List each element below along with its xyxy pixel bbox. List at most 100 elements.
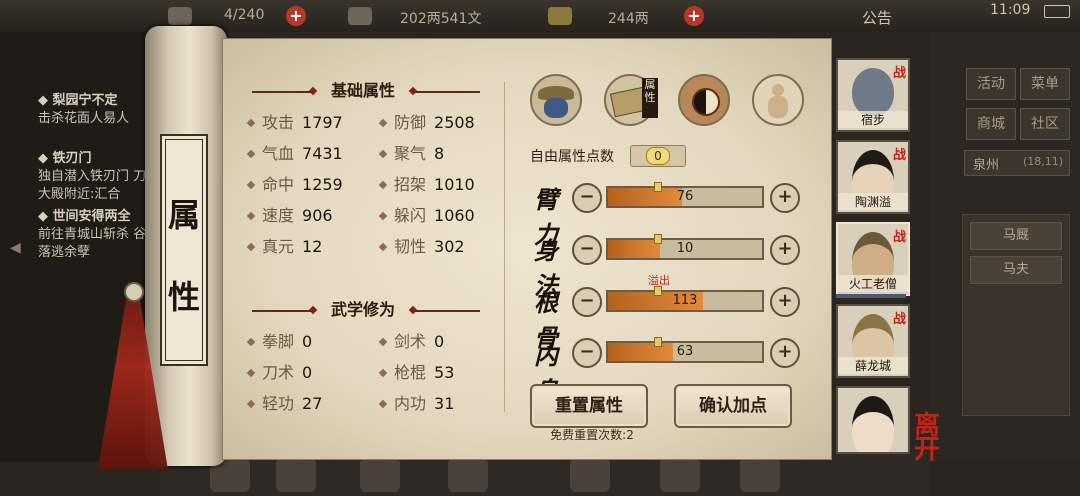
character-portrait[interactable]: 战 薛龙城 bbox=[836, 304, 910, 378]
agility-plus-button[interactable]: + bbox=[770, 235, 800, 265]
money-value: 202两541文 bbox=[400, 11, 482, 27]
agility-bar: 10 bbox=[606, 234, 764, 260]
stat-lightness: 轻功 27 bbox=[246, 393, 322, 415]
inner-breath-plus-button[interactable]: + bbox=[770, 338, 800, 368]
stat-inner-force: 内功 31 bbox=[378, 393, 454, 415]
quest-desc: 独自潜入铁刃门 刀大殿附近:汇合 bbox=[38, 169, 147, 202]
character-name: 薛龙城 bbox=[838, 357, 908, 374]
leave-label: 离开 bbox=[914, 411, 941, 465]
character-name: 陶渊溢 bbox=[838, 193, 908, 210]
scroll-title-char: 属 bbox=[167, 196, 200, 234]
battle-badge: 战 bbox=[892, 66, 906, 81]
stat-fist: 拳脚 0 bbox=[246, 331, 312, 353]
stat-sword: 剑术 0 bbox=[378, 331, 444, 353]
constitution-plus-button[interactable]: + bbox=[770, 287, 800, 317]
quest-item[interactable]: ◆ 铁刃门 独自潜入铁刃门 刀大殿附近:汇合 bbox=[38, 150, 158, 204]
divider bbox=[252, 91, 314, 93]
free-points-value: 0 bbox=[646, 147, 670, 165]
character-portrait-selected[interactable]: 战 火工老僧 bbox=[836, 222, 910, 296]
battle-badge: 战 bbox=[892, 148, 906, 163]
nav-slot-icon[interactable] bbox=[360, 458, 400, 492]
martial-arts-title: 武学修为 bbox=[330, 300, 395, 319]
shop-button[interactable]: 商城 bbox=[966, 108, 1016, 140]
quest-title: ◆ 梨园宁不定 bbox=[38, 93, 118, 108]
leave-button[interactable]: 离开 bbox=[914, 411, 960, 465]
basic-attributes-title: 基础属性 bbox=[330, 81, 395, 100]
npc-item[interactable]: 马夫 bbox=[970, 256, 1062, 284]
nav-slot-icon[interactable] bbox=[276, 458, 316, 492]
confirm-points-button[interactable]: 确认加点 bbox=[674, 384, 792, 428]
inner-breath-minus-button[interactable]: − bbox=[572, 338, 602, 368]
location-bar: 泉州 (18,11) bbox=[964, 150, 1070, 176]
gold-ingot-icon bbox=[548, 7, 572, 25]
stat-qi-gather: 聚气 8 bbox=[378, 143, 444, 165]
character-exp-bar bbox=[836, 294, 906, 298]
bag-icon[interactable] bbox=[168, 7, 192, 25]
character-name: 火工老僧 bbox=[838, 275, 908, 292]
reset-attributes-button[interactable]: 重置属性 bbox=[530, 384, 648, 428]
divider bbox=[414, 91, 480, 93]
attribute-tab-icon[interactable]: 属性 bbox=[604, 74, 658, 126]
gold-recharge-button[interactable]: + bbox=[684, 6, 704, 26]
constitution-minus-button[interactable]: − bbox=[572, 287, 602, 317]
free-points-label: 自由属性点数 bbox=[530, 149, 614, 165]
divider bbox=[414, 310, 480, 312]
activity-button[interactable]: 活动 bbox=[966, 68, 1016, 100]
constitution-bar: 113 bbox=[606, 286, 764, 312]
quest-title: ◆ 世间安得两全 bbox=[38, 209, 131, 224]
menu-button[interactable]: 菜单 bbox=[1020, 68, 1070, 100]
notice-link[interactable]: 公告 bbox=[862, 7, 892, 28]
bag-count: 4/240 bbox=[224, 7, 265, 23]
divider bbox=[252, 310, 314, 312]
nav-slot-icon[interactable] bbox=[740, 458, 780, 492]
agility-value: 10 bbox=[676, 241, 694, 256]
free-points-box: 0 bbox=[630, 145, 686, 167]
strength-value: 76 bbox=[676, 189, 694, 204]
location-coords: (18,11) bbox=[1023, 155, 1064, 168]
meridian-body-tab-icon[interactable] bbox=[752, 74, 804, 126]
community-button[interactable]: 社区 bbox=[1020, 108, 1070, 140]
stat-spear: 枪棍 53 bbox=[378, 362, 454, 384]
inner-breath-bar: 63 bbox=[606, 337, 764, 363]
character-portrait[interactable]: 战 宿步 bbox=[836, 58, 910, 132]
character-portrait[interactable] bbox=[836, 386, 910, 454]
stat-true-yuan: 真元 12 bbox=[246, 236, 322, 258]
scroll-title-char: 性 bbox=[167, 278, 200, 316]
bag-expand-button[interactable]: + bbox=[286, 6, 306, 26]
battle-badge: 战 bbox=[892, 312, 906, 327]
nav-slot-icon[interactable] bbox=[570, 458, 610, 492]
nav-slot-icon[interactable] bbox=[448, 458, 488, 492]
quest-title: ◆ 铁刃门 bbox=[38, 151, 92, 166]
collapse-arrow-icon[interactable]: ◀ bbox=[10, 240, 21, 256]
yinyang-tab-icon[interactable] bbox=[678, 74, 730, 126]
column-divider bbox=[504, 82, 505, 412]
stat-hit: 命中 1259 bbox=[246, 174, 343, 196]
stat-attack: 攻击 1797 bbox=[246, 112, 343, 134]
free-reset-count: 免费重置次数:2 bbox=[550, 428, 634, 442]
stat-dodge: 躲闪 1060 bbox=[378, 205, 475, 227]
location-name: 泉州 bbox=[973, 158, 1000, 173]
tassel-bead bbox=[124, 282, 144, 302]
quest-desc: 前往青城山斩杀 谷落逃余孽 bbox=[38, 227, 147, 260]
strength-minus-button[interactable]: − bbox=[572, 183, 602, 213]
agility-minus-button[interactable]: − bbox=[572, 235, 602, 265]
inner-breath-value: 63 bbox=[676, 344, 694, 359]
stat-parry: 招架 1010 bbox=[378, 174, 475, 196]
character-portrait[interactable]: 战 陶渊溢 bbox=[836, 140, 910, 214]
hat-character-tab-icon[interactable] bbox=[530, 74, 582, 126]
gold-value: 244两 bbox=[608, 11, 649, 27]
coin-icon bbox=[348, 7, 372, 25]
character-name: 宿步 bbox=[838, 111, 908, 128]
npc-item[interactable]: 马厩 bbox=[970, 222, 1062, 250]
quest-item[interactable]: ◆ 世间安得两全 前往青城山斩杀 谷落逃余孽 bbox=[38, 208, 158, 262]
clock-time: 11:09 bbox=[990, 2, 1031, 18]
quest-desc: 击杀花面人易人 bbox=[38, 111, 130, 126]
stat-speed: 速度 906 bbox=[246, 205, 333, 227]
attribute-tab-label: 属性 bbox=[642, 78, 658, 118]
nav-slot-icon[interactable] bbox=[660, 458, 700, 492]
quest-item[interactable]: ◆ 梨园宁不定 击杀花面人易人 bbox=[38, 92, 158, 128]
strength-plus-button[interactable]: + bbox=[770, 183, 800, 213]
stat-hp: 气血 7431 bbox=[246, 143, 343, 165]
battery-icon bbox=[1044, 5, 1070, 18]
constitution-value: 113 bbox=[672, 293, 698, 308]
